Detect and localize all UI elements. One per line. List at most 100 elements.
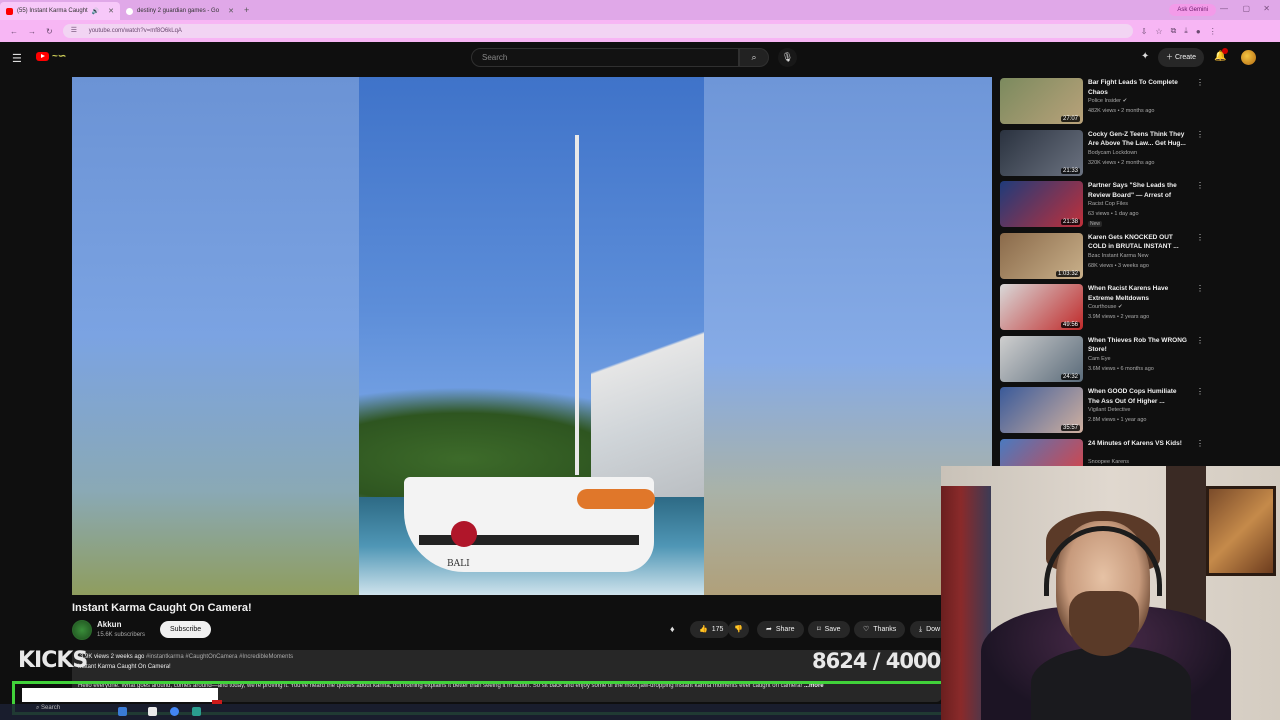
minimize-icon[interactable]: —	[1220, 4, 1228, 13]
recommendation-channel[interactable]: Racist Cop Files	[1088, 201, 1128, 207]
taskbar-app-icon[interactable]	[192, 707, 201, 716]
video-thumbnail[interactable]: 49:56	[1000, 284, 1083, 330]
recommendation-item[interactable]: 1:03:32 Karen Gets KNOCKED OUT COLD in BR…	[1000, 232, 1210, 281]
browser-tab-active[interactable]: (55) Instant Karma Caught 🔊 ✕	[0, 2, 120, 20]
profile-icon[interactable]: ●	[1196, 27, 1201, 36]
speaker-icon[interactable]: 🔊	[92, 8, 99, 15]
recommendation-channel[interactable]: Snoopee Karens	[1088, 459, 1129, 465]
download-icon[interactable]: ⤓	[1184, 26, 1188, 36]
more-options-icon[interactable]: ⋮	[1196, 336, 1204, 345]
subscribe-button[interactable]: Subscribe	[160, 621, 212, 638]
recommendation-views: 3.9M views • 2 years ago	[1088, 314, 1150, 320]
like-button[interactable]: 👍 175	[690, 621, 730, 638]
new-tab-button[interactable]: +	[244, 5, 249, 15]
hamburger-menu-icon[interactable]: ☰	[12, 52, 22, 65]
recommendation-channel[interactable]: Cam Eye	[1088, 356, 1111, 362]
duration-badge: 35:57	[1060, 425, 1080, 431]
dislike-button[interactable]: 👎	[728, 621, 749, 638]
recommendation-title[interactable]: Karen Gets KNOCKED OUT COLD in BRUTAL IN…	[1088, 233, 1188, 252]
recommendation-channel[interactable]: Bzac Instant Karma New	[1088, 253, 1149, 259]
url-text: youtube.com/watch?v=mf8O6kLqA	[88, 28, 182, 34]
recommendation-channel[interactable]: Vigilant Detective	[1088, 407, 1130, 413]
share-label: Share	[775, 626, 795, 633]
more-options-icon[interactable]: ⋮	[1196, 387, 1204, 396]
thanks-button[interactable]: ♡ Thanks	[854, 621, 906, 638]
recommendation-channel[interactable]: Bodycam Lockdown	[1088, 150, 1137, 156]
video-thumbnail[interactable]: 27:07	[1000, 78, 1083, 124]
search-input[interactable]: Search	[471, 48, 739, 67]
site-info-icon[interactable]: ☰	[71, 24, 77, 38]
recommendation-title[interactable]: Partner Says "She Leads the Review Board…	[1088, 181, 1188, 201]
video-player[interactable]: BALI	[72, 77, 992, 595]
duration-badge: 49:56	[1060, 322, 1080, 328]
plus-icon: ＋	[1166, 54, 1175, 61]
microphone-icon: 🎙	[781, 52, 794, 62]
more-options-icon[interactable]: ⋮	[1196, 284, 1204, 293]
close-tab-icon[interactable]: ✕	[228, 7, 234, 15]
cast-icon[interactable]: ✦	[1141, 51, 1149, 62]
more-options-icon[interactable]: ⋮	[1196, 130, 1204, 139]
channel-name[interactable]: Akkun	[97, 620, 121, 629]
address-bar[interactable]: ☰ youtube.com/watch?v=mf8O6kLqA	[62, 24, 1133, 38]
forward-icon[interactable]: →	[28, 27, 36, 36]
verified-check-icon: ✔	[1117, 304, 1123, 310]
reload-icon[interactable]: ↻	[46, 27, 53, 36]
channel-avatar[interactable]	[72, 620, 92, 640]
recommendation-title[interactable]: When GOOD Cops Humiliate The Ass Out Of …	[1088, 387, 1188, 406]
share-button[interactable]: ➦ Share	[757, 621, 804, 638]
channel-label: Police Insider	[1088, 98, 1122, 104]
video-thumbnail[interactable]	[1000, 438, 1083, 468]
recommendation-title[interactable]: When Racist Karens Have Extreme Meltdown…	[1088, 284, 1188, 303]
recommendation-channel[interactable]: Courthouse ✔	[1088, 304, 1123, 310]
youtube-doodle-logo[interactable]: ~∽	[52, 51, 66, 62]
taskbar-app-icon[interactable]	[148, 707, 157, 716]
close-window-icon[interactable]: ✕	[1263, 4, 1270, 13]
recommendation-title[interactable]: Cocky Gen-Z Teens Think They Are Above T…	[1088, 130, 1188, 149]
back-icon[interactable]: ←	[10, 27, 18, 36]
more-options-icon[interactable]: ⋮	[1196, 233, 1204, 242]
video-thumbnail[interactable]: 24:32	[1000, 335, 1083, 382]
ask-gemini-button[interactable]: Ask Gemini	[1169, 4, 1216, 16]
account-avatar[interactable]	[1241, 50, 1256, 65]
recommendation-channel[interactable]: Police Insider ✔	[1088, 98, 1127, 104]
recommendation-item[interactable]: 27:07 Bar Fight Leads To Complete Chaos Po…	[1000, 78, 1210, 126]
more-options-icon[interactable]: ⋮	[1196, 439, 1204, 448]
hashtags[interactable]: #instantkarma #CaughtOnCamera #Incredibl…	[146, 654, 293, 660]
video-thumbnail[interactable]: 1:03:32	[1000, 232, 1083, 279]
recommendation-title[interactable]: 24 Minutes of Karens VS Kids!	[1088, 439, 1188, 449]
download-button[interactable]: ⤓ Dow	[910, 621, 942, 638]
thumbs-up-icon: 👍	[699, 626, 708, 633]
taskbar-chrome-icon[interactable]	[170, 707, 179, 716]
hype-icon[interactable]: ♦	[670, 624, 675, 634]
recommendation-item[interactable]: 49:56 When Racist Karens Have Extreme Mel…	[1000, 284, 1210, 332]
recommendation-title[interactable]: When Thieves Rob The WRONG Store!	[1088, 336, 1188, 355]
close-tab-icon[interactable]: ✕	[108, 7, 114, 15]
voice-search-button[interactable]: 🎙	[778, 48, 797, 67]
video-thumbnail[interactable]: 21:33	[1000, 129, 1083, 176]
install-icon[interactable]: ⇩	[1141, 27, 1148, 36]
taskbar-app-icon[interactable]	[118, 707, 127, 716]
bookmark-star-icon[interactable]: ☆	[1155, 27, 1162, 36]
video-title: Instant Karma Caught On Camera!	[72, 602, 252, 614]
maximize-icon[interactable]: ▢	[1242, 4, 1250, 13]
recommendation-item[interactable]: 21:33 Cocky Gen-Z Teens Think They Are Ab…	[1000, 129, 1210, 178]
browser-menu-icon[interactable]: ⋮	[1209, 27, 1217, 36]
save-button[interactable]: ⌑ Save	[808, 621, 850, 638]
recommendation-title[interactable]: Bar Fight Leads To Complete Chaos	[1088, 78, 1188, 97]
new-badge: New	[1088, 221, 1103, 227]
taskbar-search[interactable]: ⌕ Search	[36, 705, 60, 712]
duration-badge: 27:07	[1060, 116, 1080, 122]
more-options-icon[interactable]: ⋮	[1196, 78, 1204, 87]
recommendation-item[interactable]: 35:57 When GOOD Cops Humiliate The Ass Ou…	[1000, 387, 1210, 435]
extensions-icon[interactable]: ⧉	[1171, 26, 1177, 36]
browser-tab[interactable]: destiny 2 guardian games - Go ✕	[120, 2, 240, 20]
create-button[interactable]: ＋ Create	[1158, 48, 1204, 67]
video-thumbnail[interactable]: 35:57	[1000, 387, 1083, 433]
recommendation-item[interactable]: 24:32 When Thieves Rob The WRONG Store! Ca…	[1000, 335, 1210, 384]
more-options-icon[interactable]: ⋮	[1196, 181, 1204, 190]
recommendation-item[interactable]: 21:38 Partner Says "She Leads the Review …	[1000, 181, 1210, 229]
video-thumbnail[interactable]: 21:38	[1000, 181, 1083, 227]
youtube-logo-icon[interactable]	[36, 52, 49, 61]
recommendation-item[interactable]: 24 Minutes of Karens VS Kids! Snoopee Kar…	[1000, 438, 1210, 468]
search-button[interactable]: ⌕	[739, 48, 769, 67]
